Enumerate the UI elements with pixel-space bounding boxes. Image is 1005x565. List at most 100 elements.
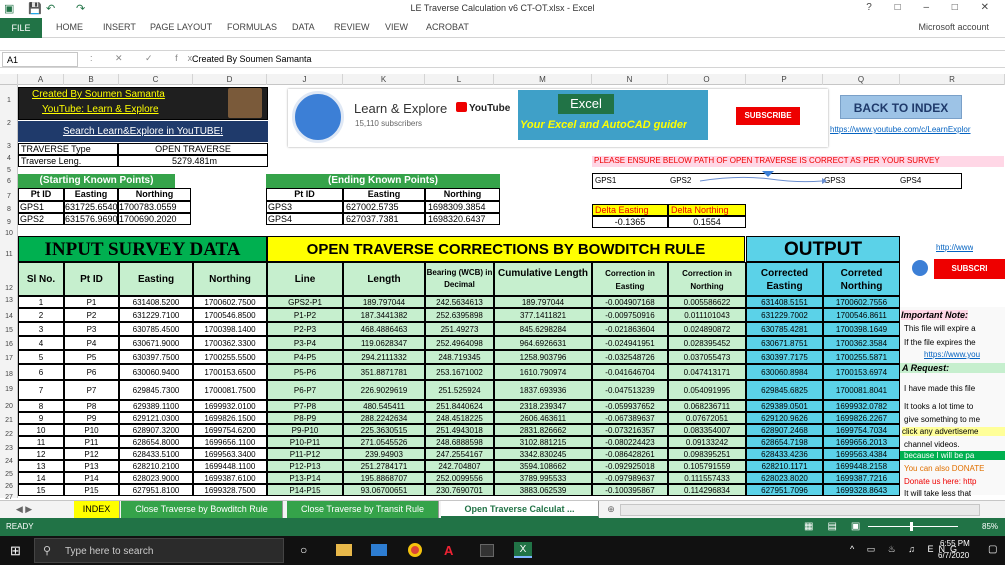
tab-page-layout[interactable]: PAGE LAYOUT bbox=[150, 22, 212, 32]
table-cell[interactable]: 189.797044 bbox=[343, 296, 425, 308]
table-cell[interactable]: 3102.881215 bbox=[494, 436, 592, 448]
row-header[interactable]: 1 bbox=[0, 97, 18, 104]
table-cell[interactable]: 4 bbox=[18, 336, 64, 350]
table-cell[interactable]: P15 bbox=[64, 484, 119, 496]
table-cell[interactable]: 230.7690701 bbox=[425, 484, 494, 496]
app-icon[interactable] bbox=[480, 544, 494, 557]
table-cell[interactable]: 1699328.7500 bbox=[193, 484, 267, 496]
table-cell[interactable]: 628433.4236 bbox=[746, 448, 823, 460]
table-cell[interactable]: 251.49273 bbox=[425, 322, 494, 336]
table-cell[interactable]: 1700081.7500 bbox=[193, 380, 267, 400]
table-cell[interactable]: 1699328.8643 bbox=[823, 484, 900, 496]
table-cell[interactable]: P14 bbox=[64, 472, 119, 484]
table-cell[interactable]: 7 bbox=[18, 380, 64, 400]
table-cell[interactable]: 0.068236711 bbox=[668, 400, 746, 412]
table-cell[interactable]: 351.8871781 bbox=[343, 364, 425, 380]
subscribe-button[interactable]: SUBSCRIBE bbox=[736, 107, 800, 125]
table-cell[interactable]: 631408.5200 bbox=[119, 296, 193, 308]
youtube-line[interactable]: YouTube: Learn & Explore bbox=[42, 104, 159, 115]
tab-formulas[interactable]: FORMULAS bbox=[227, 22, 277, 32]
row-header[interactable]: 19 bbox=[0, 386, 18, 393]
column-header[interactable]: N bbox=[592, 74, 668, 85]
table-cell[interactable]: GPS2-P1 bbox=[267, 296, 343, 308]
table-cell[interactable]: 630397.7500 bbox=[119, 350, 193, 364]
table-cell[interactable]: 251.4943018 bbox=[425, 424, 494, 436]
sheet-tab-bowditch[interactable]: Close Traverse by Bowditch Rule bbox=[121, 501, 283, 518]
row-header[interactable]: 3 bbox=[0, 143, 18, 150]
table-cell[interactable]: 628023.8020 bbox=[746, 472, 823, 484]
table-cell[interactable]: 3789.995533 bbox=[494, 472, 592, 484]
table-cell[interactable]: 187.3441382 bbox=[343, 308, 425, 322]
table-cell[interactable]: 2831.826662 bbox=[494, 424, 592, 436]
table-cell[interactable]: 252.4964098 bbox=[425, 336, 494, 350]
table-cell[interactable]: -0.080224423 bbox=[592, 436, 668, 448]
column-header[interactable]: A bbox=[18, 74, 64, 85]
channel-url-link[interactable]: https://www.youtube.com/c/LearnExplor bbox=[830, 125, 971, 134]
row-header[interactable]: 7 bbox=[0, 193, 18, 200]
row-header[interactable]: 22 bbox=[0, 431, 18, 438]
table-cell[interactable]: P9 bbox=[64, 412, 119, 424]
column-header[interactable]: J bbox=[267, 74, 343, 85]
side-url-link[interactable]: http://www bbox=[936, 243, 973, 252]
table-cell[interactable]: 630060.8984 bbox=[746, 364, 823, 380]
end-cell[interactable]: GPS4 bbox=[266, 213, 343, 225]
table-cell[interactable]: -0.004907168 bbox=[592, 296, 668, 308]
start-cell[interactable]: GPS1 bbox=[18, 201, 64, 213]
table-cell[interactable]: P10 bbox=[64, 424, 119, 436]
column-header[interactable]: C bbox=[119, 74, 193, 85]
table-cell[interactable]: 1699387.6100 bbox=[193, 472, 267, 484]
row-header[interactable]: 15 bbox=[0, 327, 18, 334]
formula-input[interactable]: Created By Soumen Samanta bbox=[192, 54, 312, 64]
row-header[interactable]: 18 bbox=[0, 371, 18, 378]
worksheet[interactable]: Created By Soumen Samanta YouTube: Learn… bbox=[18, 85, 1005, 498]
table-cell[interactable]: -0.024941951 bbox=[592, 336, 668, 350]
table-cell[interactable]: 1699563.3400 bbox=[193, 448, 267, 460]
tab-review[interactable]: REVIEW bbox=[334, 22, 370, 32]
table-cell[interactable]: 0.09133242 bbox=[668, 436, 746, 448]
table-cell[interactable]: P11-P12 bbox=[267, 448, 343, 460]
table-cell[interactable]: P5 bbox=[64, 350, 119, 364]
table-cell[interactable]: 1699826.2267 bbox=[823, 412, 900, 424]
table-cell[interactable]: 93.06700651 bbox=[343, 484, 425, 496]
table-cell[interactable]: 10 bbox=[18, 424, 64, 436]
table-cell[interactable]: P14-P15 bbox=[267, 484, 343, 496]
windows-start-icon[interactable]: ⊞ bbox=[10, 543, 21, 559]
table-cell[interactable]: -0.041646704 bbox=[592, 364, 668, 380]
table-cell[interactable]: P12 bbox=[64, 448, 119, 460]
account-menu[interactable]: Microsoft account bbox=[918, 22, 989, 32]
table-cell[interactable]: 1699932.0782 bbox=[823, 400, 900, 412]
table-cell[interactable]: 14 bbox=[18, 472, 64, 484]
table-cell[interactable]: P2 bbox=[64, 308, 119, 322]
column-header[interactable]: R bbox=[900, 74, 1005, 85]
table-cell[interactable]: P7 bbox=[64, 380, 119, 400]
table-cell[interactable]: -0.097989637 bbox=[592, 472, 668, 484]
table-cell[interactable]: 1699563.4384 bbox=[823, 448, 900, 460]
end-cell[interactable]: 1698309.3854 bbox=[425, 201, 500, 213]
table-cell[interactable]: P3 bbox=[64, 322, 119, 336]
table-cell[interactable]: P6-P7 bbox=[267, 380, 343, 400]
table-cell[interactable]: -0.086428261 bbox=[592, 448, 668, 460]
table-cell[interactable]: 6 bbox=[18, 364, 64, 380]
table-cell[interactable]: 1700546.8500 bbox=[193, 308, 267, 322]
chrome-icon[interactable] bbox=[408, 543, 422, 557]
note-link[interactable]: https://www.you bbox=[924, 350, 980, 359]
zoom-level[interactable]: 85% bbox=[982, 522, 998, 531]
table-cell[interactable]: 242.704807 bbox=[425, 460, 494, 472]
table-cell[interactable]: 1699656.1100 bbox=[193, 436, 267, 448]
table-cell[interactable]: -0.032548726 bbox=[592, 350, 668, 364]
table-cell[interactable]: 3342.830245 bbox=[494, 448, 592, 460]
table-cell[interactable]: 195.8868707 bbox=[343, 472, 425, 484]
column-header[interactable]: P bbox=[746, 74, 823, 85]
row-header[interactable]: 10 bbox=[0, 230, 18, 237]
zoom-slider[interactable] bbox=[868, 526, 958, 527]
table-cell[interactable]: 628654.7198 bbox=[746, 436, 823, 448]
column-header[interactable]: B bbox=[64, 74, 119, 85]
row-header[interactable]: 17 bbox=[0, 355, 18, 362]
row-header[interactable]: 14 bbox=[0, 313, 18, 320]
table-cell[interactable]: 252.6395898 bbox=[425, 308, 494, 322]
table-cell[interactable]: 628654.8000 bbox=[119, 436, 193, 448]
table-cell[interactable]: 251.8440624 bbox=[425, 400, 494, 412]
table-cell[interactable]: -0.092925018 bbox=[592, 460, 668, 472]
table-cell[interactable]: 1699826.1500 bbox=[193, 412, 267, 424]
back-to-index-button[interactable]: BACK TO INDEX bbox=[840, 95, 962, 119]
